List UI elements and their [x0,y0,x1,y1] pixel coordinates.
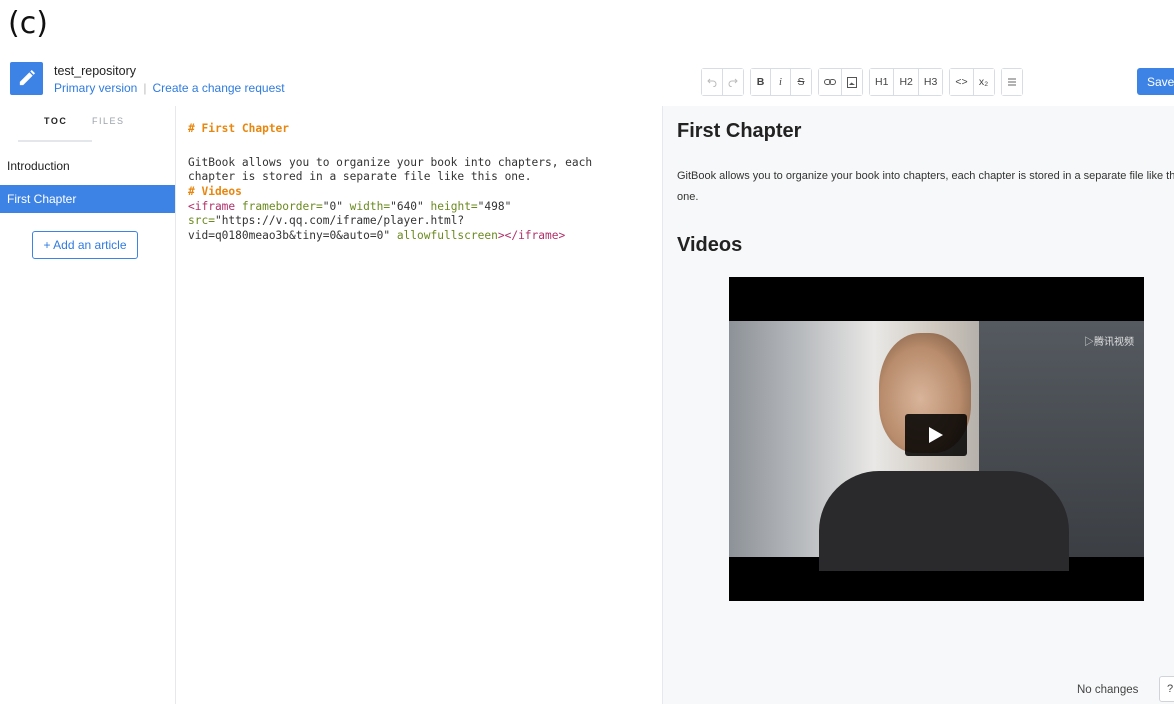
person-torso [819,471,1069,571]
image-icon[interactable] [842,69,862,95]
sidebar: TOC FILES Introduction First Chapter + A… [0,106,176,704]
save-button[interactable]: Save [1137,68,1174,95]
primary-version-link[interactable]: Primary version [54,81,137,95]
editor-header: test_repository Primary version | Create a… [0,56,1174,106]
heading-1-button[interactable]: H1 [870,69,895,95]
editor-line: chapter is stored in a separate file lik… [188,170,532,183]
formatting-toolbar: B i S H1 H2 H3 <> x₂ [701,68,1023,96]
preview-pane: First Chapter GitBook allows you to orga… [662,106,1174,704]
code-button[interactable]: <> [950,69,974,95]
add-article-button[interactable]: + Add an article [32,231,138,259]
play-icon[interactable] [905,414,967,456]
list-icon[interactable] [1001,69,1022,95]
link-icon[interactable] [819,69,842,95]
strikethrough-button[interactable]: S [791,69,811,95]
undo-icon[interactable] [702,69,723,95]
change-request-link[interactable]: Create a change request [152,81,284,95]
video-watermark: ▷腾讯视频 [1084,337,1134,348]
markdown-editor[interactable]: # First Chapter GitBook allows you to or… [176,106,662,704]
tab-underline [18,140,92,142]
editor-line: src="https://v.qq.com/iframe/player.html… [188,214,465,227]
edit-pencil-icon[interactable] [10,62,43,95]
heading-2-button[interactable]: H2 [894,69,919,95]
repository-name: test_repository [54,64,136,78]
editor-line: GitBook allows you to organize your book… [188,156,593,169]
save-status: No changes [1077,684,1139,696]
sidebar-tabs: TOC FILES [16,116,156,146]
figure-label: (c) [8,6,48,41]
italic-button[interactable]: i [771,69,791,95]
preview-heading-2: Videos [677,234,743,256]
editor-line: # Videos [188,185,242,198]
redo-icon[interactable] [723,69,743,95]
editor-line: vid=q0180meao3b&tiny=0&auto=0" allowfull… [188,229,566,242]
subscript-button[interactable]: x₂ [973,69,994,95]
help-button[interactable]: ? [1159,676,1174,702]
tab-files[interactable]: FILES [92,116,125,126]
repository-links: Primary version | Create a change request [54,81,285,95]
preview-paragraph: GitBook allows you to organize your book… [677,170,1174,203]
editor-line: <iframe frameborder="0" width="640" heig… [188,200,512,213]
bold-button[interactable]: B [751,69,771,95]
editor-line: # First Chapter [188,122,290,135]
sidebar-item-introduction[interactable]: Introduction [0,152,175,180]
sidebar-item-first-chapter[interactable]: First Chapter [0,185,175,213]
embedded-video[interactable]: ▷腾讯视频 [729,277,1144,601]
preview-heading-1: First Chapter [677,120,802,142]
tab-toc[interactable]: TOC [44,116,67,126]
heading-3-button[interactable]: H3 [918,69,943,95]
